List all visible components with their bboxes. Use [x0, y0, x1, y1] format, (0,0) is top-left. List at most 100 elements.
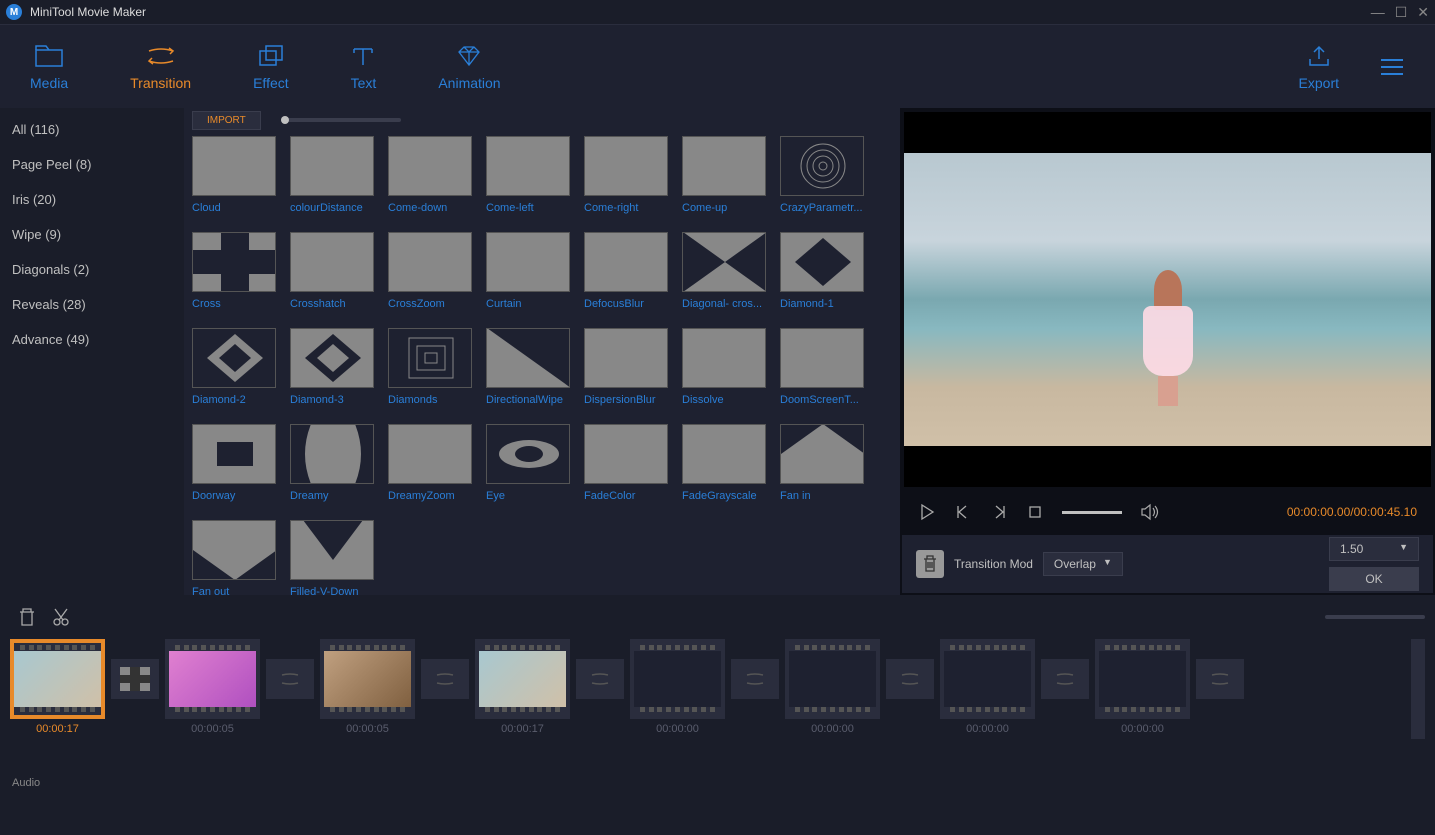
tab-media[interactable]: Media [30, 43, 68, 91]
transition-thumb[interactable]: Crosshatch [290, 232, 374, 310]
transition-thumb[interactable]: Fan in [780, 424, 864, 502]
transition-slot[interactable] [1041, 659, 1089, 699]
transition-thumb[interactable]: Cloud [192, 136, 276, 214]
transition-thumb[interactable]: Come-up [682, 136, 766, 214]
hamburger-menu-icon[interactable] [1379, 57, 1405, 77]
transition-label: Eye [486, 490, 570, 502]
transition-thumb[interactable]: CrazyParametr... [780, 136, 864, 214]
import-button[interactable]: IMPORT [192, 111, 261, 130]
transition-thumb[interactable]: colourDistance [290, 136, 374, 214]
timeline-clip[interactable]: 00:00:17 [475, 639, 570, 735]
transition-thumb[interactable]: Fan out [192, 520, 276, 595]
prev-frame-icon[interactable] [954, 503, 972, 521]
timecode-display: 00:00:00.00/00:00:45.10 [1287, 505, 1417, 519]
timeline-scrollbar[interactable] [1411, 639, 1425, 739]
video-track[interactable]: 00:00:17 00:00:05 00:00:05 00:00:17 00:00:00… [10, 631, 1425, 751]
transition-duration-select[interactable]: 1.50 ▼ [1329, 537, 1419, 561]
sidebar-item[interactable]: Iris (20) [0, 182, 184, 217]
transition-thumb[interactable]: CrossZoom [388, 232, 472, 310]
transition-thumb[interactable]: Diamond-1 [780, 232, 864, 310]
transition-thumb[interactable]: Come-down [388, 136, 472, 214]
tab-animation[interactable]: Animation [438, 43, 500, 91]
sidebar-item[interactable]: Diagonals (2) [0, 252, 184, 287]
transition-label: Cross [192, 298, 276, 310]
transition-slot[interactable] [266, 659, 314, 699]
transition-slot[interactable] [886, 659, 934, 699]
transition-preview-icon [682, 328, 766, 388]
transition-thumb[interactable]: Dreamy [290, 424, 374, 502]
timeline-clip[interactable]: 00:00:00 [1095, 639, 1190, 735]
transition-thumb[interactable]: FadeGrayscale [682, 424, 766, 502]
transition-slot[interactable] [1196, 659, 1244, 699]
timeline-clip[interactable]: 00:00:00 [785, 639, 880, 735]
export-button[interactable]: Export [1299, 43, 1339, 91]
transition-thumb[interactable]: DoomScreenT... [780, 328, 864, 406]
sidebar-item[interactable]: Reveals (28) [0, 287, 184, 322]
timeline-cut-icon[interactable] [52, 607, 70, 627]
transition-slot[interactable] [111, 659, 159, 699]
transition-preview-icon [682, 136, 766, 196]
ok-button[interactable]: OK [1329, 567, 1419, 591]
close-icon[interactable]: ✕ [1417, 4, 1429, 21]
play-icon[interactable] [918, 503, 936, 521]
transition-slot[interactable] [421, 659, 469, 699]
transition-label: DoomScreenT... [780, 394, 864, 406]
titlebar: M MiniTool Movie Maker — ☐ ✕ [0, 0, 1435, 24]
transition-thumb[interactable]: Eye [486, 424, 570, 502]
volume-icon[interactable] [1140, 503, 1160, 521]
delete-transition-button[interactable] [916, 550, 944, 578]
transition-preview-icon [192, 136, 276, 196]
transition-thumb[interactable]: DreamyZoom [388, 424, 472, 502]
transition-thumb[interactable]: Diamond-3 [290, 328, 374, 406]
sidebar-item[interactable]: Wipe (9) [0, 217, 184, 252]
timeline-clip[interactable]: 00:00:17 [10, 639, 105, 735]
timeline-zoom-slider[interactable] [1325, 615, 1425, 619]
transition-thumb[interactable]: DispersionBlur [584, 328, 668, 406]
transition-preview-icon [192, 424, 276, 484]
transition-label: DirectionalWipe [486, 394, 570, 406]
transition-thumb[interactable]: Doorway [192, 424, 276, 502]
transition-preview-icon [290, 424, 374, 484]
audio-track-label: Audio [10, 777, 1425, 789]
transition-label: DreamyZoom [388, 490, 472, 502]
volume-slider[interactable] [1062, 511, 1122, 514]
transition-thumb[interactable]: Diamonds [388, 328, 472, 406]
transition-preview-icon [584, 328, 668, 388]
transition-label: DefocusBlur [584, 298, 668, 310]
sidebar-item[interactable]: Advance (49) [0, 322, 184, 357]
next-frame-icon[interactable] [990, 503, 1008, 521]
transition-thumb[interactable]: Dissolve [682, 328, 766, 406]
transition-slot[interactable] [576, 659, 624, 699]
tab-text[interactable]: Text [351, 43, 377, 91]
transition-thumb[interactable]: DirectionalWipe [486, 328, 570, 406]
app-logo-icon: M [6, 4, 22, 20]
transition-slot[interactable] [731, 659, 779, 699]
transition-thumb[interactable]: Diagonal- cros... [682, 232, 766, 310]
transition-thumb[interactable]: Filled-V-Down [290, 520, 374, 595]
timeline-clip[interactable]: 00:00:00 [630, 639, 725, 735]
timeline-clip[interactable]: 00:00:00 [940, 639, 1035, 735]
transition-thumb[interactable]: DefocusBlur [584, 232, 668, 310]
transition-thumb[interactable]: Curtain [486, 232, 570, 310]
sidebar-item[interactable]: Page Peel (8) [0, 147, 184, 182]
sidebar-item[interactable]: All (116) [0, 112, 184, 147]
transition-preview-icon [584, 232, 668, 292]
minimize-icon[interactable]: — [1371, 4, 1385, 21]
maximize-icon[interactable]: ☐ [1395, 4, 1408, 21]
transition-label: FadeColor [584, 490, 668, 502]
transition-thumb[interactable]: Cross [192, 232, 276, 310]
transition-thumb[interactable]: Come-right [584, 136, 668, 214]
transition-thumb[interactable]: FadeColor [584, 424, 668, 502]
tab-transition[interactable]: Transition [130, 43, 191, 91]
timeline-delete-icon[interactable] [18, 607, 36, 627]
stop-icon[interactable] [1026, 503, 1044, 521]
transition-mode-select[interactable]: Overlap ▼ [1043, 552, 1123, 576]
thumbnail-zoom-slider[interactable] [281, 118, 401, 122]
timeline-clip[interactable]: 00:00:05 [320, 639, 415, 735]
transition-thumb[interactable]: Diamond-2 [192, 328, 276, 406]
transition-label: Dreamy [290, 490, 374, 502]
transition-label: colourDistance [290, 202, 374, 214]
tab-effect[interactable]: Effect [253, 43, 289, 91]
transition-thumb[interactable]: Come-left [486, 136, 570, 214]
timeline-clip[interactable]: 00:00:05 [165, 639, 260, 735]
